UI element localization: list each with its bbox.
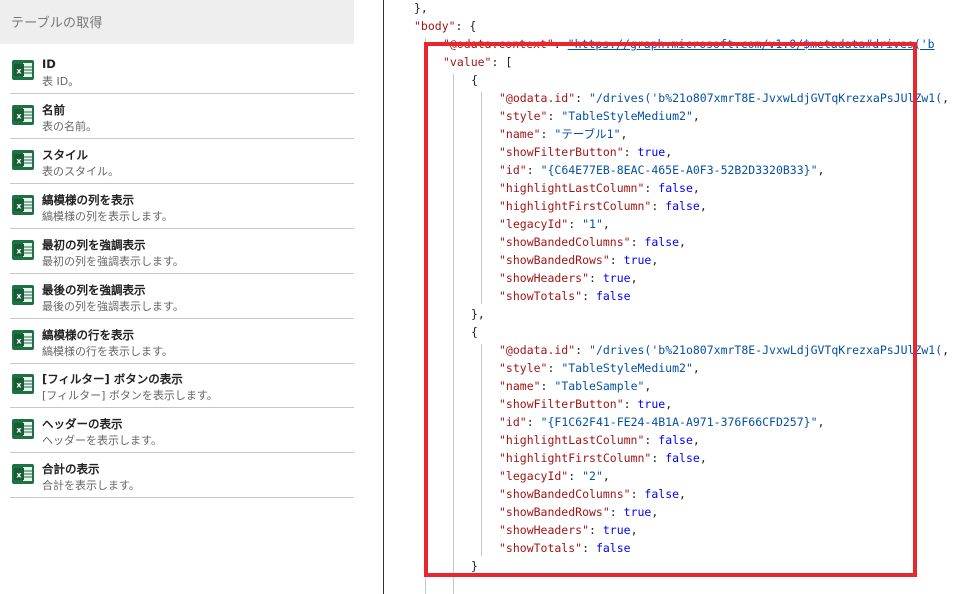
dynamic-content-item[interactable]: x ヘッダーの表示ヘッダーを表示します。	[10, 408, 354, 453]
item-description: 表のスタイル。	[42, 165, 119, 178]
excel-icon: x	[12, 150, 34, 170]
item-title: 最初の列を強調表示	[42, 238, 146, 252]
item-description: [フィルター] ボタンを表示します。	[42, 389, 218, 402]
excel-icon: x	[12, 464, 34, 484]
excel-icon: x	[12, 195, 34, 215]
excel-icon: x	[12, 105, 34, 125]
item-title: 縞模様の列を表示	[42, 193, 134, 207]
dynamic-content-panel: テーブルの取得 x ID 表 ID。 x 名前表の名前。 x スタイル表のスタイル。 x 縞模様…	[0, 0, 355, 594]
item-title: 名前	[42, 103, 65, 117]
item-title: スタイル	[42, 148, 88, 162]
svg-text:x: x	[16, 381, 22, 390]
excel-icon: x	[12, 60, 34, 80]
item-title: 合計の表示	[42, 462, 100, 476]
dynamic-content-item[interactable]: x 縞模様の行を表示縞模様の行を表示します。	[10, 319, 354, 364]
item-description: 最初の列を強調表示します。	[42, 255, 184, 268]
svg-text:x: x	[16, 426, 22, 435]
dynamic-content-item[interactable]: x 最後の列を強調表示最後の列を強調表示します。	[10, 274, 354, 319]
svg-text:x: x	[16, 337, 22, 346]
svg-text:x: x	[16, 112, 22, 121]
excel-icon: x	[12, 374, 34, 394]
code-line: },	[414, 1, 428, 15]
item-description: 縞模様の列を表示します。	[42, 210, 173, 223]
item-title: [フィルター] ボタンの表示	[42, 372, 183, 386]
item-description: 縞模様の行を表示します。	[42, 345, 173, 358]
section-header: テーブルの取得	[0, 0, 354, 44]
dynamic-content-item[interactable]: x ID 表 ID。	[10, 49, 354, 94]
dynamic-content-item[interactable]: x 名前表の名前。	[10, 94, 354, 139]
excel-icon: x	[12, 419, 34, 439]
item-description: 表の名前。	[42, 120, 97, 133]
section-header-label: テーブルの取得	[11, 16, 103, 31]
code-line: "body": {	[414, 19, 477, 33]
item-title: ヘッダーの表示	[42, 417, 123, 431]
item-title: ID	[42, 57, 56, 71]
excel-icon: x	[12, 285, 34, 305]
svg-text:x: x	[16, 157, 22, 166]
item-description: ヘッダーを表示します。	[42, 434, 162, 447]
svg-text:x: x	[16, 202, 22, 211]
dynamic-content-item[interactable]: x [フィルター] ボタンの表示 [フィルター] ボタンを表示します。	[10, 363, 354, 408]
excel-icon: x	[12, 240, 34, 260]
dynamic-content-item[interactable]: x 縞模様の列を表示縞模様の列を表示します。	[10, 184, 354, 229]
item-title: 縞模様の行を表示	[42, 328, 134, 342]
svg-text:x: x	[16, 471, 22, 480]
svg-text:x: x	[16, 67, 22, 76]
svg-text:x: x	[16, 247, 22, 256]
dynamic-content-item[interactable]: x 合計の表示合計を表示します。	[10, 453, 354, 498]
dynamic-content-item[interactable]: x 最初の列を強調表示最初の列を強調表示します。	[10, 229, 354, 274]
highlight-box	[424, 42, 917, 577]
dynamic-content-item[interactable]: x スタイル表のスタイル。	[10, 139, 354, 184]
item-description: 合計を表示します。	[42, 479, 140, 492]
item-description: 最後の列を強調表示します。	[42, 300, 184, 313]
item-title: 最後の列を強調表示	[42, 283, 146, 297]
item-description: 表 ID。	[42, 75, 80, 88]
excel-icon: x	[12, 330, 34, 350]
svg-text:x: x	[16, 292, 22, 301]
